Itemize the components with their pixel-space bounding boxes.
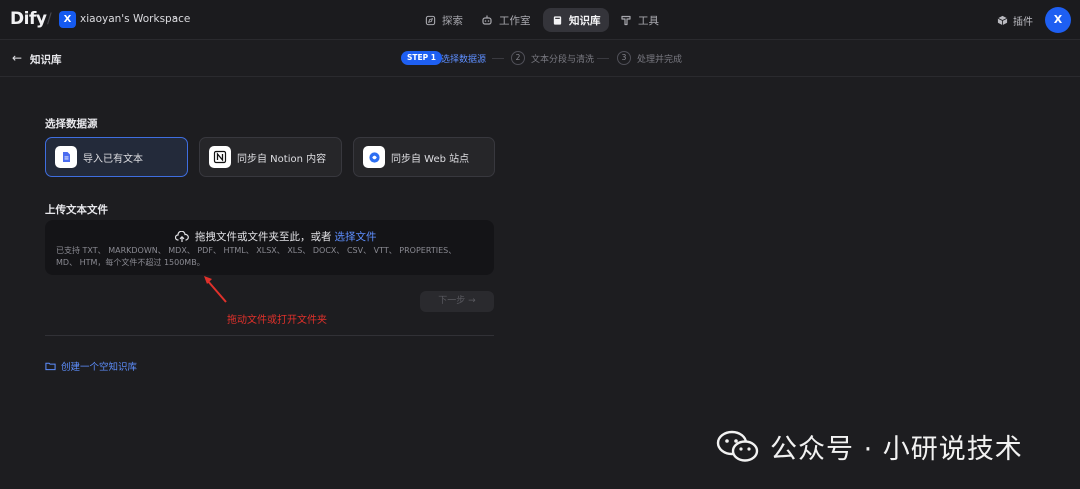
step-header: ← 知识库 STEP 1 选择数据源 2 文本分段与清洗 3 处理并完成 xyxy=(0,40,1080,77)
step-1-label: 选择数据源 xyxy=(441,55,487,65)
nav-tools[interactable]: 工具 xyxy=(612,8,667,32)
create-empty-label: 创建一个空知识库 xyxy=(61,362,138,373)
nav-explore[interactable]: 探索 xyxy=(416,8,471,32)
step-3-number: 3 xyxy=(617,51,631,65)
watermark-text: 公众号 · 小研说技术 xyxy=(770,434,1023,465)
divider xyxy=(45,335,494,336)
top-navbar: Dify / X xiaoyan's Workspace ⌄ 探索 工作室 知识… xyxy=(0,0,1080,40)
separator: / xyxy=(47,11,52,27)
back-arrow-icon[interactable]: ← xyxy=(12,51,22,65)
robot-icon xyxy=(481,14,493,26)
chevron-down-icon[interactable]: ⌄ xyxy=(171,12,179,22)
book-icon xyxy=(551,14,563,26)
wechat-icon xyxy=(716,429,760,465)
supported-formats-line: MD、 HTM，每个文件不超过 1500MB。 xyxy=(56,258,205,267)
nav-knowledge-label: 知识库 xyxy=(569,14,601,27)
nav-explore-label: 探索 xyxy=(442,14,463,27)
workspace-badge[interactable]: X xyxy=(59,11,76,28)
user-avatar[interactable]: X xyxy=(1045,7,1071,33)
notion-icon xyxy=(209,146,231,168)
file-dropzone[interactable]: 拖拽文件或文件夹至此，或者 选择文件 已支持 TXT、 MARKDOWN、 MD… xyxy=(45,220,494,275)
step-2-label: 文本分段与清洗 xyxy=(531,55,595,65)
supported-formats: 已支持 TXT、 MARKDOWN、 MDX、 PDF、 HTML、 XLSX、… xyxy=(56,245,486,269)
supported-formats-line: 已支持 TXT、 MARKDOWN、 MDX、 PDF、 HTML、 XLSX、… xyxy=(56,246,457,255)
datasource-title: 选择数据源 xyxy=(45,118,98,130)
cube-icon xyxy=(997,15,1008,26)
file-text-icon xyxy=(55,146,77,168)
next-step-button[interactable]: 下一步 → xyxy=(420,291,494,312)
step-1-badge: STEP 1 xyxy=(401,51,442,65)
cloud-upload-icon xyxy=(175,230,189,243)
hammer-icon xyxy=(620,14,632,26)
create-empty-knowledge-link[interactable]: 创建一个空知识库 xyxy=(45,359,137,373)
step-connector xyxy=(492,58,504,59)
step-connector xyxy=(597,58,609,59)
nav-knowledge[interactable]: 知识库 xyxy=(543,8,609,32)
dify-logo[interactable]: Dify xyxy=(10,9,47,29)
breadcrumb-knowledge[interactable]: 知识库 xyxy=(30,52,62,67)
folder-icon xyxy=(45,361,56,371)
choose-file-link[interactable]: 选择文件 xyxy=(335,229,377,244)
plugins-button[interactable]: 插件 xyxy=(997,13,1033,28)
dropzone-prompt: 拖拽文件或文件夹至此，或者 选择文件 xyxy=(175,229,377,244)
nav-studio[interactable]: 工作室 xyxy=(473,8,539,32)
nav-tools-label: 工具 xyxy=(638,14,659,27)
source-option-label: 导入已有文本 xyxy=(83,153,143,165)
dropzone-text: 拖拽文件或文件夹至此，或者 xyxy=(195,231,332,243)
plugins-label: 插件 xyxy=(1013,17,1033,28)
source-option-label: 同步自 Notion 内容 xyxy=(237,153,327,165)
step-2-number: 2 xyxy=(511,51,525,65)
source-option-notion[interactable]: 同步自 Notion 内容 xyxy=(199,137,342,177)
annotation-text: 拖动文件或打开文件夹 xyxy=(227,315,327,326)
nav-studio-label: 工作室 xyxy=(499,14,531,27)
step-3-label: 处理并完成 xyxy=(637,55,683,65)
compass-icon xyxy=(424,14,436,26)
web-icon xyxy=(363,146,385,168)
source-option-web[interactable]: 同步自 Web 站点 xyxy=(353,137,495,177)
source-option-label: 同步自 Web 站点 xyxy=(391,153,470,165)
annotation-arrow xyxy=(204,276,227,303)
upload-title: 上传文本文件 xyxy=(45,204,108,216)
source-option-import-text[interactable]: 导入已有文本 xyxy=(45,137,188,177)
wechat-watermark: 公众号 · 小研说技术 xyxy=(716,427,1023,466)
